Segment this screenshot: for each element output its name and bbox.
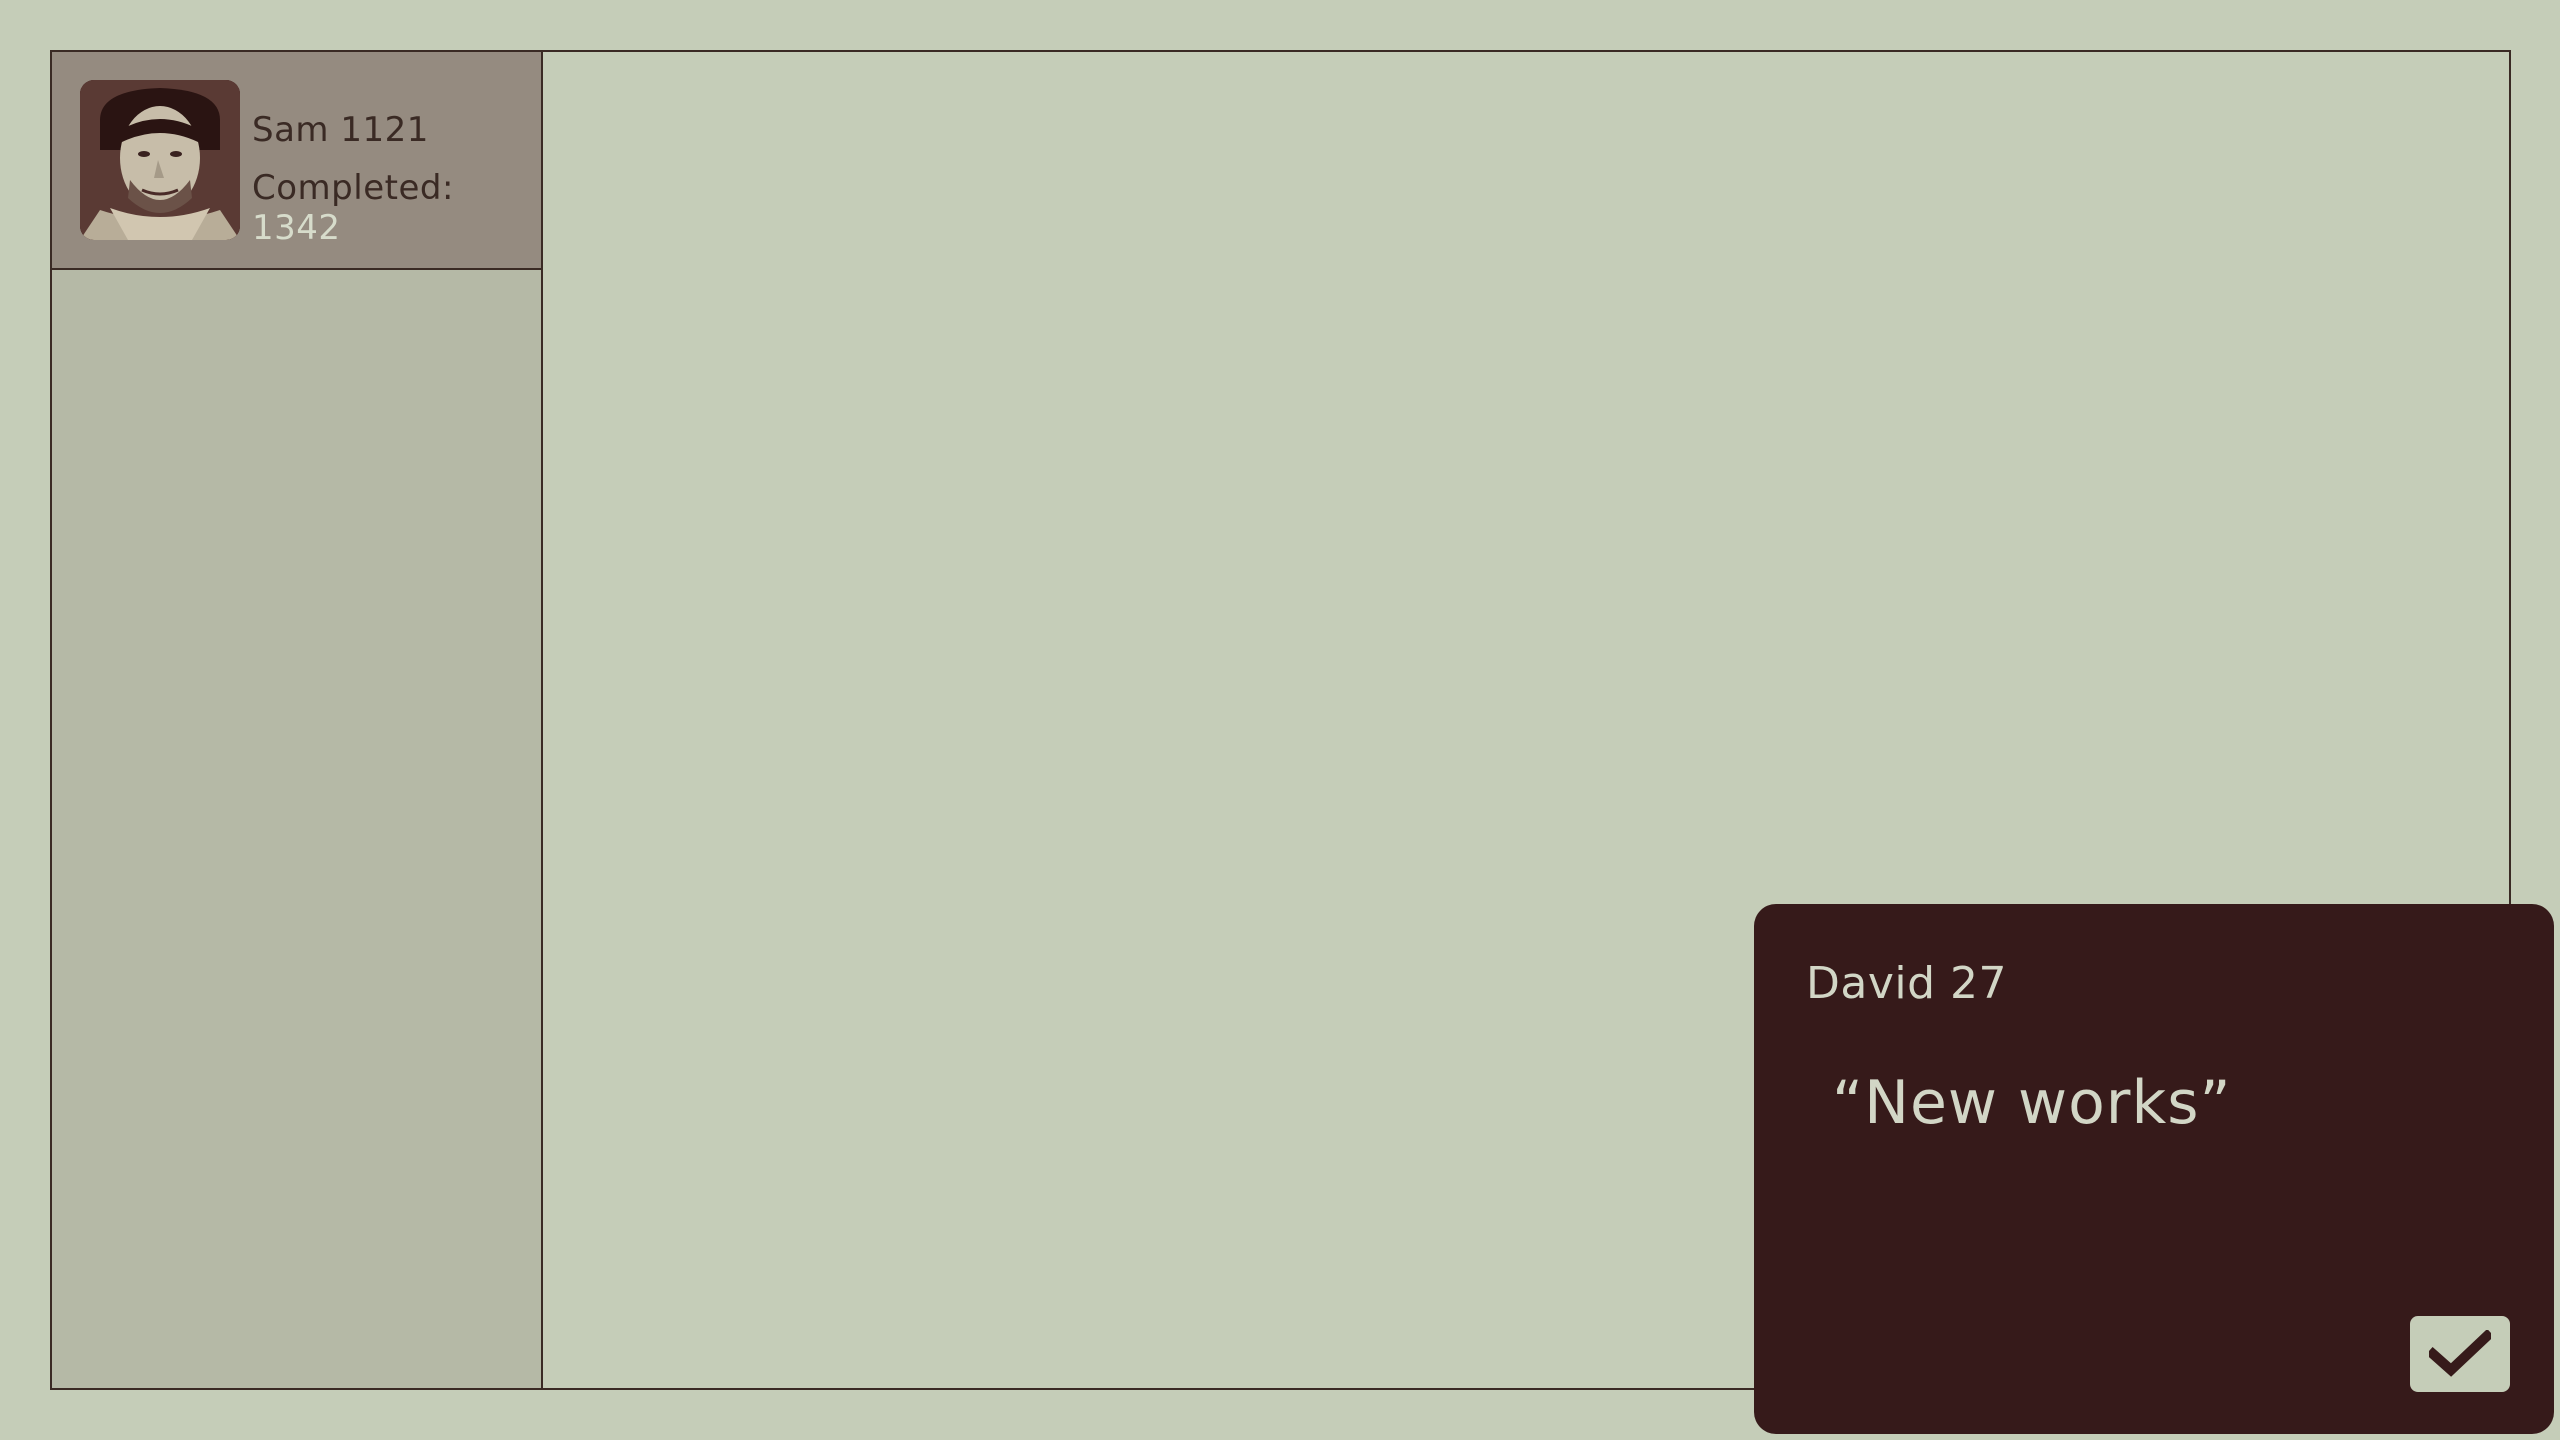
- confirm-button[interactable]: [2410, 1316, 2510, 1392]
- profile-completed: Completed: 1342: [252, 168, 541, 248]
- message-dialog: David 27 “New works”: [1754, 904, 2554, 1434]
- dialog-message: “New works”: [1832, 1068, 2232, 1138]
- completed-count: 1342: [252, 208, 341, 248]
- avatar: [80, 80, 240, 240]
- completed-label: Completed:: [252, 168, 454, 208]
- profile-card[interactable]: Sam 1121 Completed: 1342: [52, 52, 541, 270]
- dialog-speaker: David 27: [1806, 958, 2008, 1009]
- person-portrait-icon: [80, 80, 240, 240]
- checkmark-icon: [2429, 1330, 2491, 1377]
- profile-name: Sam 1121: [252, 110, 429, 150]
